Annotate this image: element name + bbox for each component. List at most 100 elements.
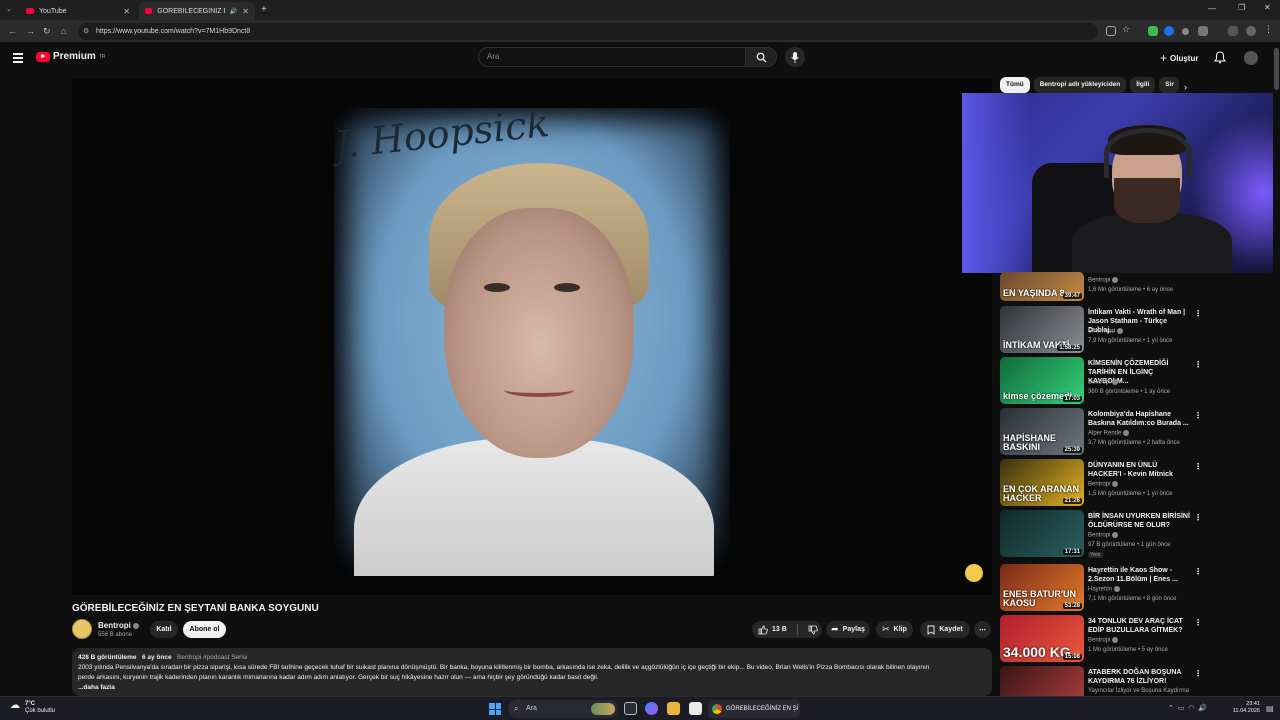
speaker-icon[interactable]: 🔊 [230, 8, 237, 15]
more-vert-icon[interactable]: ⋮ [1194, 568, 1202, 576]
save-button[interactable]: Kaydet [920, 621, 970, 638]
volume-icon[interactable]: 🔊 [1198, 705, 1207, 712]
more-vert-icon[interactable]: ⋮ [1194, 310, 1202, 318]
rec-title[interactable]: 34 TONLUK DEV ARAÇ İCAT EDİP BUZULLARA G… [1088, 617, 1190, 635]
close-window-button[interactable]: ✕ [1264, 3, 1271, 12]
rec-title[interactable]: Kolombiya'da Hapishane Baskına Katıldım:… [1088, 410, 1190, 428]
channel-avatar[interactable] [72, 619, 92, 639]
video-thumbnail[interactable]: EN YAŞINDA 8 39:47 [1000, 272, 1084, 301]
video-thumbnail[interactable] [1000, 666, 1084, 696]
video-thumbnail[interactable]: 17:31 [1000, 510, 1084, 557]
recommendation-item[interactable]: kimse çözemedi 17:03 KİMSENİN ÇÖZEMEDİĞİ … [1000, 357, 1202, 405]
profile-icon[interactable] [1246, 26, 1256, 36]
more-vert-icon[interactable]: ⋮ [1194, 619, 1202, 627]
extension-icon[interactable] [1164, 26, 1174, 36]
chip-all[interactable]: Tümü [1000, 77, 1030, 93]
video-player[interactable]: J. Hoopsick [72, 78, 992, 595]
description-tags[interactable]: Bentropi #podcast Serisi [177, 654, 247, 661]
recommendation-item[interactable]: 34.000 KG 15:08 34 TONLUK DEV ARAÇ İCAT E… [1000, 615, 1202, 663]
chip-more[interactable]: Sir [1159, 77, 1180, 93]
like-button[interactable]: 13 B [752, 621, 822, 638]
taskbar-search[interactable]: ⌕ Ara [508, 700, 618, 718]
copilot-icon[interactable] [645, 702, 658, 715]
video-thumbnail[interactable]: EN ÇOK ARANAN HACKER 21:26 [1000, 459, 1084, 506]
taskbar-chrome-window[interactable]: GÖREBİLECEĞİNİZ EN Şİ [708, 700, 800, 718]
channel-name[interactable]: Bentropi [98, 621, 139, 630]
task-view-icon[interactable] [624, 702, 637, 715]
notification-center-icon[interactable]: ▤ [1266, 704, 1274, 713]
weather-widget[interactable]: ☁ 7°C Çok bulutlu [10, 701, 55, 715]
tab-search-icon[interactable]: ⌄ [6, 5, 12, 13]
close-tab-icon[interactable]: ✕ [123, 7, 130, 16]
extensions-puzzle-icon[interactable] [1198, 26, 1208, 36]
more-vert-icon[interactable]: ⋮ [1194, 463, 1202, 471]
video-thumbnail[interactable]: 34.000 KG 15:08 [1000, 615, 1084, 662]
hamburger-menu-icon[interactable] [13, 53, 23, 65]
more-vert-icon[interactable]: ⋮ [1194, 412, 1202, 420]
rec-title[interactable]: ATABERK DOĞAN BOŞUNA KAYDIRMA 76 İZLİYOR… [1088, 668, 1190, 686]
recommendation-item[interactable]: ATABERK DOĞAN BOŞUNA KAYDIRMA 76 İZLİYOR… [1000, 666, 1200, 696]
search-button[interactable] [745, 47, 777, 67]
store-icon[interactable] [689, 702, 702, 715]
extension-icon[interactable] [1148, 26, 1158, 36]
home-icon[interactable]: ⌂ [61, 26, 66, 36]
network-icon[interactable]: ▭ [1178, 705, 1185, 712]
more-vert-icon[interactable]: ⋮ [1194, 670, 1200, 678]
cast-icon[interactable] [1106, 26, 1116, 36]
recommendation-item[interactable]: EN ÇOK ARANAN HACKER 21:26 DÜNYANIN EN ÜN… [1000, 459, 1202, 507]
show-more-link[interactable]: ...daha fazla [78, 683, 986, 693]
more-actions-button[interactable]: ⋯ [974, 621, 991, 638]
maximize-button[interactable]: ❐ [1238, 3, 1245, 12]
windows-start-icon[interactable] [489, 703, 501, 715]
more-vert-icon[interactable]: ⋮ [1194, 514, 1202, 522]
scrollbar-thumb[interactable] [1274, 48, 1279, 90]
recommendation-item[interactable]: İNTİKAM VAKTİ 1:58:25 İntikam Vakti - Wra… [1000, 306, 1202, 354]
rec-title[interactable]: BİR İNSAN UYURKEN BİRİSİNİ ÖLDÜRÜRSE NE … [1088, 512, 1190, 530]
video-thumbnail[interactable]: İNTİKAM VAKTİ 1:58:25 [1000, 306, 1084, 353]
url-bar[interactable]: ⚙ https://www.youtube.com/watch?v=7M1Hb9… [78, 23, 1098, 40]
wifi-icon[interactable]: ◠ [1188, 705, 1194, 712]
sidebar-icon[interactable] [1228, 26, 1238, 36]
chip-from-uploader[interactable]: Bentropi adlı yükleyiciden [1033, 77, 1127, 93]
back-arrow-icon[interactable]: ← [8, 26, 17, 36]
reload-icon[interactable]: ↻ [43, 26, 51, 37]
recommendation-item[interactable]: 17:31 BİR İNSAN UYURKEN BİRİSİNİ ÖLDÜRÜR… [1000, 510, 1202, 558]
rec-title[interactable]: Hayrettin ile Kaos Show - 2.Sezon 11.Böl… [1088, 566, 1190, 584]
description-box[interactable]: 428 B görüntüleme 6 ay önce Bentropi #po… [72, 648, 992, 696]
forward-arrow-icon[interactable]: → [26, 26, 35, 36]
share-button[interactable]: ➦ Paylaş [826, 621, 870, 638]
new-tab-button[interactable]: + [261, 4, 267, 15]
browser-menu-icon[interactable]: ⋮ [1264, 24, 1273, 35]
create-button[interactable]: + Oluştur [1160, 51, 1198, 65]
video-thumbnail[interactable]: kimse çözemedi 17:03 [1000, 357, 1084, 404]
file-explorer-icon[interactable] [667, 702, 680, 715]
chevron-right-icon[interactable]: › [1184, 82, 1187, 92]
bookmark-star-icon[interactable]: ☆ [1122, 24, 1130, 35]
tab-youtube[interactable]: YouTube ✕ [20, 2, 136, 20]
notifications-button[interactable] [1213, 51, 1227, 69]
voice-search-button[interactable] [785, 47, 805, 67]
clip-button[interactable]: ✂ Klip [876, 621, 913, 638]
more-vert-icon[interactable]: ⋮ [1194, 361, 1202, 369]
youtube-premium-logo[interactable]: Premium TR [36, 51, 105, 62]
chevron-up-icon[interactable]: ⌃ [1168, 705, 1174, 712]
search-input[interactable]: Ara [478, 47, 746, 67]
minimize-button[interactable]: — [1208, 4, 1216, 13]
page-scrollbar[interactable] [1273, 43, 1280, 696]
video-thumbnail[interactable]: HAPİSHANE BASKINI 25:39 [1000, 408, 1084, 455]
chip-related[interactable]: İlgili [1130, 77, 1156, 93]
recommendation-item[interactable]: ENES BATUR'UN KAOSU 53:28 Hayrettin ile K… [1000, 564, 1202, 612]
recommendation-item[interactable]: HAPİSHANE BASKINI 25:39 Kolombiya'da Hapi… [1000, 408, 1202, 456]
channel-watermark-icon[interactable] [965, 564, 983, 582]
video-thumbnail[interactable]: ENES BATUR'UN KAOSU 53:28 [1000, 564, 1084, 611]
recommendation-item[interactable]: EN YAŞINDA 8 39:47 Bentropi 1,6 Mn görünt… [1000, 272, 1200, 303]
site-info-icon[interactable]: ⚙ [83, 23, 89, 40]
extension-icon[interactable] [1182, 28, 1189, 35]
close-tab-icon[interactable]: ✕ [242, 7, 249, 16]
account-avatar[interactable] [1244, 51, 1258, 65]
subscribe-button[interactable]: Abone ol [183, 621, 226, 638]
join-button[interactable]: Katıl [150, 621, 178, 638]
system-tray[interactable]: ⌃ ▭ ◠ 🔊 [1168, 704, 1207, 712]
taskbar-clock[interactable]: 23:41 11.04.2026 [1228, 701, 1260, 715]
rec-title[interactable]: DÜNYANIN EN ÜNLÜ HACKER'I - Kevin Mitnic… [1088, 461, 1190, 479]
